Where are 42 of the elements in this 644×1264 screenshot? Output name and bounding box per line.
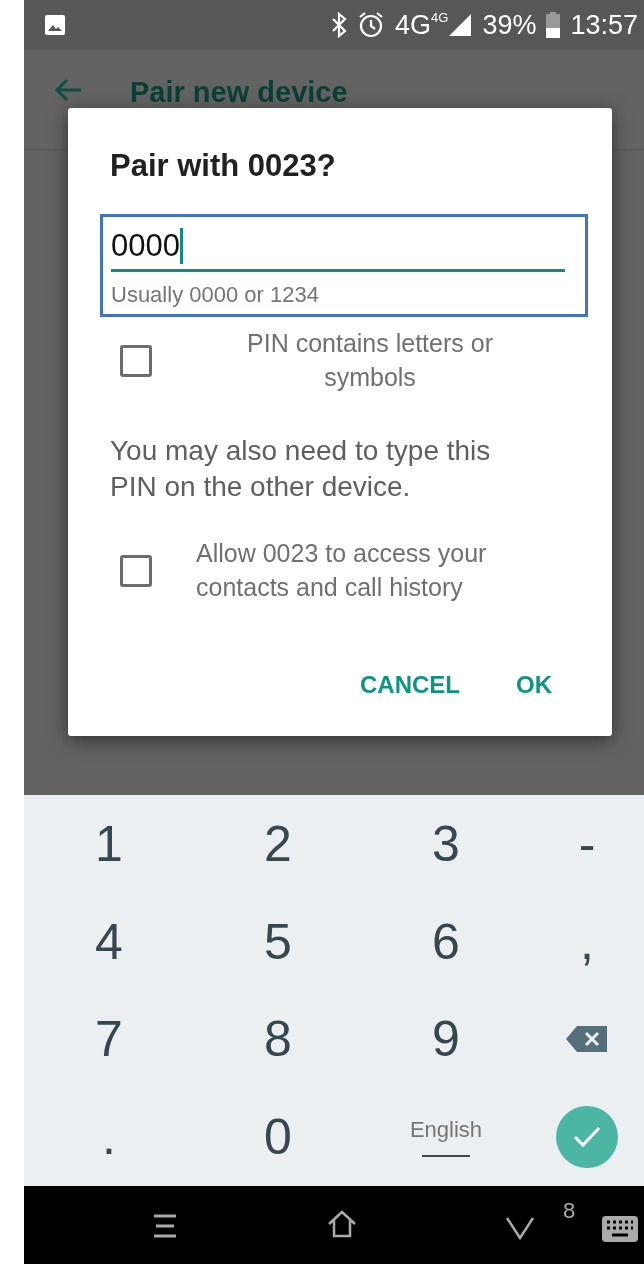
checkbox[interactable] <box>120 344 152 377</box>
dialog-button[interactable]: OK <box>516 670 552 699</box>
text-cursor <box>179 228 183 264</box>
pin-field[interactable]: 0000 <box>111 223 565 272</box>
battery-percent: 39% <box>482 9 537 41</box>
keyboard-key[interactable]: 9 <box>362 990 530 1089</box>
language-key[interactable]: English <box>362 1088 530 1186</box>
home-icon[interactable] <box>327 1210 357 1238</box>
checkbox-label: PIN contains letters or symbols <box>246 328 494 393</box>
keyboard-key[interactable]: 6 <box>362 892 530 991</box>
signal-icon <box>448 13 473 37</box>
notification-count: 8 <box>563 1198 576 1224</box>
menu-icon[interactable] <box>152 1214 178 1238</box>
dialog-title: Pair with 0023? <box>110 148 337 184</box>
field-hint: Usually 0000 or 1234 <box>111 282 320 308</box>
checkbox-label: Allow 0023 to access your contacts and call history <box>195 538 488 604</box>
screen-title: Pair new device <box>130 78 348 107</box>
dialog-button[interactable]: CANCEL <box>360 670 460 699</box>
keyboard-key[interactable]: 2 <box>194 795 362 893</box>
keyboard-key[interactable]: 0 <box>194 1088 362 1186</box>
battery-icon <box>546 12 561 38</box>
keyboard-key[interactable]: - <box>530 795 644 893</box>
keyboard-key[interactable]: 3 <box>362 795 530 893</box>
chevron-down-icon[interactable] <box>505 1216 535 1240</box>
keyboard-key[interactable]: 5 <box>194 892 362 991</box>
keyboard-key[interactable]: 7 <box>24 990 194 1089</box>
keyboard-key[interactable]: 4 <box>24 892 194 991</box>
dialog-message: You may also need to type this PIN on the other device. <box>110 433 492 504</box>
clock: 13:57 <box>570 9 638 41</box>
keyboard-icon[interactable] <box>602 1216 638 1242</box>
bluetooth-icon <box>331 12 347 38</box>
checkbox[interactable] <box>120 555 152 588</box>
keyboard-key[interactable]: , <box>530 892 644 991</box>
alarm-icon <box>357 11 385 39</box>
keyboard-key[interactable]: . <box>24 1088 194 1186</box>
network-type: 4G <box>395 9 432 41</box>
backspace-icon <box>565 1024 609 1055</box>
checkmark-icon <box>572 1125 602 1150</box>
keyboard-key[interactable]: 1 <box>24 795 194 893</box>
keyboard-key[interactable]: 8 <box>194 990 362 1089</box>
image-icon <box>44 14 66 36</box>
network-superscript-label: 4G <box>431 10 449 25</box>
